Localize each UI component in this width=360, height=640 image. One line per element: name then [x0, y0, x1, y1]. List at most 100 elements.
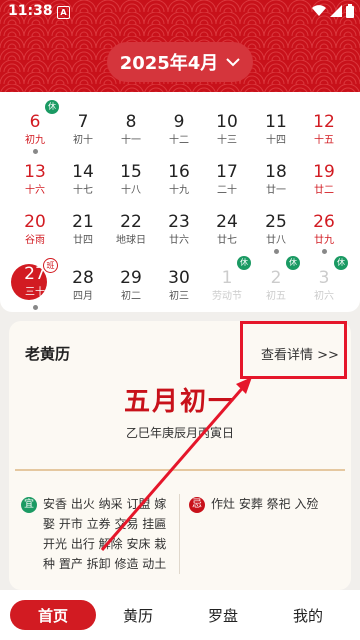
day-number: 1: [221, 268, 233, 288]
nav-home[interactable]: 首页: [10, 600, 96, 630]
day-number: 16: [168, 162, 190, 182]
bottom-nav: 首页 黄历 罗盘 我的: [0, 590, 360, 640]
calendar-day[interactable]: 14 十七: [59, 150, 107, 200]
lunar-label: 十七: [73, 185, 93, 196]
calendar-day[interactable]: 24 廿七: [203, 200, 251, 250]
lunar-label: 四月: [73, 291, 93, 302]
calendar-day[interactable]: 6 初九 休: [11, 100, 59, 154]
lunar-label: 廿六: [169, 235, 189, 246]
day-number: 7: [77, 112, 89, 132]
lunar-label: 二十: [217, 185, 237, 196]
day-number: 24: [216, 212, 238, 232]
lunar-label: 十一: [121, 135, 141, 146]
lunar-label: 廿四: [73, 235, 93, 246]
nav-profile[interactable]: 我的: [270, 600, 346, 630]
yi-line: 种 置产 拆卸 修造 动土: [43, 557, 167, 571]
lunar-label: 廿七: [217, 235, 237, 246]
annotation-highlight-box: [240, 321, 347, 379]
day-number: 6: [29, 112, 41, 132]
holiday-badge: 休: [237, 256, 251, 270]
lunar-label: 初十: [73, 135, 93, 146]
day-number: 20: [24, 212, 46, 232]
lunar-label: 十四: [266, 135, 286, 146]
day-number: 17: [216, 162, 238, 182]
day-number: 13: [24, 162, 46, 182]
lunar-label: 初九: [25, 135, 45, 146]
day-number: 22: [120, 212, 142, 232]
lunar-label: 廿一: [266, 185, 286, 196]
nav-almanac[interactable]: 黄历: [100, 600, 176, 630]
ganzhi-text: 乙巳年庚辰月丙寅日: [125, 426, 234, 440]
calendar-day[interactable]: 28 四月: [59, 256, 107, 306]
day-number: 18: [265, 162, 287, 182]
yi-line: 开光 出行 解除 安床 栽: [43, 537, 167, 551]
calendar-day[interactable]: 22 地球日: [107, 200, 155, 250]
calendar-day[interactable]: 7 初十: [59, 100, 107, 150]
calendar-day[interactable]: 9 十二: [155, 100, 203, 150]
lunar-date-title: 五月初一: [123, 387, 236, 417]
calendar-day[interactable]: 30 初三: [155, 256, 203, 306]
yi-line: 安香 出火 纳采 订盟 嫁: [43, 497, 167, 511]
event-dot: [274, 249, 279, 254]
day-number: 29: [120, 268, 142, 288]
calendar-day[interactable]: 15 十八: [107, 150, 155, 200]
month-label: 2025年4月: [119, 53, 219, 74]
almanac-title: 老黄历: [25, 345, 71, 363]
calendar-day[interactable]: 27 三十班: [11, 256, 59, 310]
holiday-badge: 休: [286, 256, 300, 270]
calendar-day[interactable]: 29 初二: [107, 256, 155, 306]
calendar-day[interactable]: 19 廿二: [300, 150, 348, 200]
day-number: 30: [168, 268, 190, 288]
day-number: 19: [313, 162, 335, 182]
event-dot: [33, 305, 38, 310]
calendar-day[interactable]: 8 十一: [107, 100, 155, 150]
lunar-label: 十二: [169, 135, 189, 146]
calendar-day[interactable]: 26 廿九: [300, 200, 348, 254]
status-bar: 11:38 A: [0, 0, 360, 26]
day-number: 28: [72, 268, 94, 288]
day-number: 10: [216, 112, 238, 132]
day-number: 3: [318, 268, 330, 288]
calendar-day[interactable]: 12 十五: [300, 100, 348, 150]
calendar-day[interactable]: 16 十九: [155, 150, 203, 200]
lunar-label: 十八: [121, 185, 141, 196]
month-selector[interactable]: 2025年4月: [107, 42, 253, 82]
app-header: 11:38 A 2025年4月: [0, 0, 360, 92]
day-number: 23: [168, 212, 190, 232]
signal-icon: [330, 5, 342, 17]
lunar-label: 十九: [169, 185, 189, 196]
ji-list: 作灶 安葬 祭祀 入殓: [211, 497, 319, 511]
lunar-label: 劳动节: [212, 291, 242, 302]
column-divider: [179, 494, 180, 574]
yi-line: 娶 开市 立券 交易 挂匾: [43, 517, 167, 531]
calendar-day[interactable]: 23 廿六: [155, 200, 203, 250]
calendar-day[interactable]: 21 廿四: [59, 200, 107, 250]
calendar-day[interactable]: 10 十三: [203, 100, 251, 150]
lunar-label: 初二: [121, 291, 141, 302]
calendar-day[interactable]: 3 初六 休: [300, 256, 348, 306]
day-number: 21: [72, 212, 94, 232]
lunar-label: 三十: [25, 287, 45, 298]
workday-badge: 班: [43, 258, 58, 273]
calendar-day[interactable]: 20 谷雨: [11, 200, 59, 250]
battery-icon: [346, 4, 354, 18]
calendar-day[interactable]: 11 十四: [252, 100, 300, 150]
lunar-label: 初三: [169, 291, 189, 302]
day-number: 12: [313, 112, 335, 132]
nav-compass[interactable]: 罗盘: [185, 600, 261, 630]
lunar-label: 十三: [217, 135, 237, 146]
calendar-day[interactable]: 13 十六: [11, 150, 59, 200]
calendar-day[interactable]: 17 二十: [203, 150, 251, 200]
calendar-day[interactable]: 18 廿一: [252, 150, 300, 200]
day-number: 8: [125, 112, 137, 132]
event-dot: [322, 249, 327, 254]
lunar-label: 廿九: [314, 235, 334, 246]
calendar-day[interactable]: 25 廿八: [252, 200, 300, 254]
ji-badge: 忌: [189, 497, 205, 513]
holiday-badge: 休: [45, 100, 59, 114]
calendar-day[interactable]: 2 初五 休: [252, 256, 300, 306]
lunar-label: 地球日: [116, 235, 146, 246]
calendar-day[interactable]: 1 劳动节 休: [203, 256, 251, 306]
day-number: 14: [72, 162, 94, 182]
lunar-label: 初六: [314, 291, 334, 302]
